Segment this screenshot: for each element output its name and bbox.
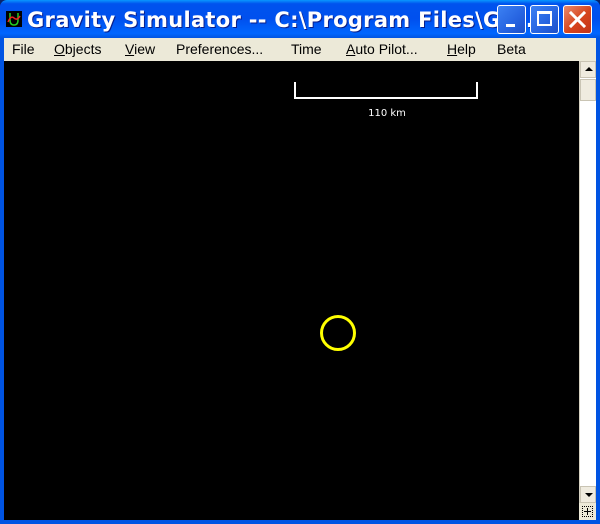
simulation-canvas[interactable]: 110 km <box>4 61 579 520</box>
menu-bar: File Objects View Preferences... Time Au… <box>4 38 596 61</box>
menu-auto-pilot[interactable]: Auto Pilot... <box>346 41 418 57</box>
title-bar[interactable]: Gravity Simulator -- C:\Program Files\Gr… <box>0 0 600 38</box>
menu-beta[interactable]: Beta <box>497 41 526 57</box>
menu-time[interactable]: Time <box>291 41 322 57</box>
vertical-scrollbar[interactable] <box>579 61 596 503</box>
minimize-button[interactable] <box>497 5 526 34</box>
menu-preferences[interactable]: Preferences... <box>176 41 263 57</box>
app-icon[interactable] <box>6 11 22 27</box>
scale-label: 110 km <box>368 108 406 119</box>
menu-objects[interactable]: Objects <box>54 41 101 57</box>
maximize-button[interactable] <box>530 5 559 34</box>
menu-help[interactable]: Help <box>447 41 476 57</box>
maximize-icon <box>537 11 552 26</box>
close-button[interactable] <box>563 5 592 34</box>
app-window: Gravity Simulator -- C:\Program Files\Gr… <box>0 0 600 524</box>
scroll-down-arrow-icon <box>585 493 593 497</box>
scale-bar <box>294 82 478 99</box>
window-title: Gravity Simulator -- C:\Program Files\Gr… <box>27 8 551 32</box>
minimize-icon <box>506 24 515 27</box>
scroll-down-button[interactable] <box>580 486 596 503</box>
menu-file[interactable]: File <box>12 41 35 57</box>
move-plus-icon <box>582 506 593 517</box>
menu-view[interactable]: View <box>125 41 155 57</box>
scroll-up-button[interactable] <box>580 61 596 78</box>
celestial-body[interactable] <box>320 315 356 351</box>
scroll-thumb[interactable] <box>580 79 596 101</box>
scroll-up-arrow-icon <box>585 67 593 71</box>
size-grip[interactable] <box>579 503 596 520</box>
close-icon <box>569 11 586 28</box>
